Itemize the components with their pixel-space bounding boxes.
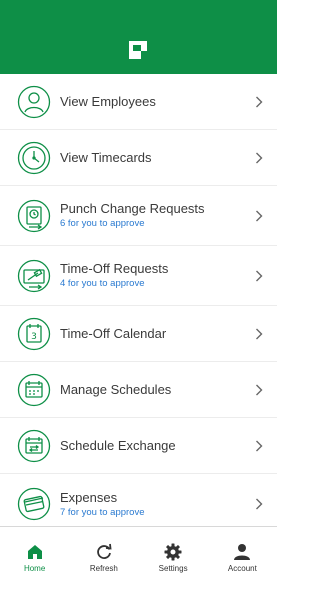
menu-item-label: View Employees xyxy=(60,93,156,109)
menu-list: View Employees View Timecards Punch Chan… xyxy=(0,74,277,526)
menu-item-label: Schedule Exchange xyxy=(60,437,176,453)
account-icon xyxy=(234,544,251,560)
menu-item-label: Time-Off Calendar xyxy=(60,325,167,341)
menu-item-expenses[interactable]: Expenses 7 for you to approve xyxy=(0,474,277,526)
approval-count-link: 6 for you to approve xyxy=(60,218,145,229)
svg-text:3: 3 xyxy=(31,332,37,342)
tab-account[interactable]: Account xyxy=(208,527,277,600)
chevron-right-icon xyxy=(256,328,263,340)
schedule-icon xyxy=(17,373,51,407)
menu-item-manage-schedules[interactable]: Manage Schedules xyxy=(0,362,277,418)
chevron-right-icon xyxy=(256,96,263,108)
tab-label: Account xyxy=(227,564,257,573)
approval-count-link: 4 for you to approve xyxy=(60,278,145,289)
chevron-right-icon xyxy=(256,440,263,452)
tab-label: Refresh xyxy=(89,564,118,573)
tab-settings[interactable]: Settings xyxy=(139,527,208,600)
schedule-exchange-icon xyxy=(17,429,51,463)
menu-item-label: View Timecards xyxy=(60,149,152,165)
tab-home[interactable]: Home xyxy=(0,527,69,600)
bottom-tab-bar: Home Refresh Settings Account xyxy=(0,526,277,600)
menu-item-time-off-calendar[interactable]: 3 Time-Off Calendar xyxy=(0,306,277,362)
menu-item-punch-change-requests[interactable]: Punch Change Requests 6 for you to appro… xyxy=(0,186,277,246)
menu-item-label: Manage Schedules xyxy=(60,381,172,397)
employee-icon xyxy=(17,85,51,119)
menu-item-label: Expenses xyxy=(60,489,118,505)
chevron-right-icon xyxy=(256,384,263,396)
tab-label: Settings xyxy=(158,564,188,573)
tab-refresh[interactable]: Refresh xyxy=(69,527,138,600)
chevron-right-icon xyxy=(256,210,263,222)
paychex-logo-icon xyxy=(129,41,147,59)
refresh-icon xyxy=(97,543,112,559)
menu-item-time-off-requests[interactable]: Time-Off Requests 4 for you to approve xyxy=(0,246,277,306)
chevron-right-icon xyxy=(256,270,263,282)
expenses-icon xyxy=(17,487,51,521)
punch-change-icon xyxy=(17,199,51,233)
home-icon xyxy=(27,545,42,559)
gear-icon xyxy=(164,543,182,561)
chevron-right-icon xyxy=(256,152,263,164)
time-off-icon xyxy=(17,259,51,293)
menu-item-label: Time-Off Requests xyxy=(60,261,169,276)
tab-label: Home xyxy=(23,564,46,573)
menu-item-label: Punch Change Requests xyxy=(60,201,205,216)
clock-icon xyxy=(17,141,51,175)
app-header xyxy=(0,0,277,74)
menu-item-view-timecards[interactable]: View Timecards xyxy=(0,130,277,186)
chevron-right-icon xyxy=(256,498,263,510)
menu-item-schedule-exchange[interactable]: Schedule Exchange xyxy=(0,418,277,474)
menu-item-view-employees[interactable]: View Employees xyxy=(0,74,277,130)
calendar-icon: 3 xyxy=(17,317,51,351)
approval-count-link: 7 for you to approve xyxy=(60,506,145,518)
